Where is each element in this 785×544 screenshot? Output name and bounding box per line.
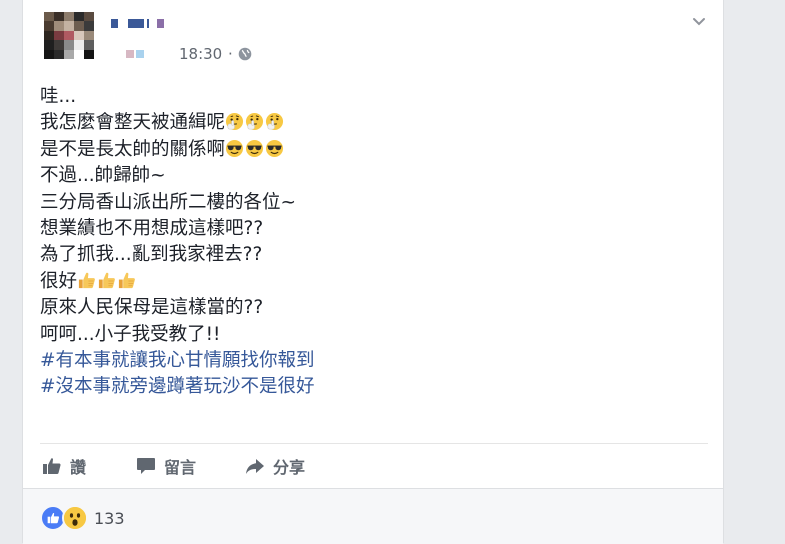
thumbs-up-icon	[43, 457, 61, 474]
comment-button[interactable]: 留言	[136, 444, 196, 487]
like-button[interactable]: 讚	[42, 444, 86, 487]
chevron-down-icon[interactable]	[690, 12, 708, 30]
like-label: 讚	[70, 457, 87, 477]
post-text: 是不是長太帥的關係啊	[40, 138, 226, 160]
reactions-summary[interactable]: 133	[40, 505, 125, 531]
thinking-emoji	[245, 112, 264, 131]
sunglasses-emoji	[245, 139, 264, 158]
post-card: 18:30 · 哇... 我怎麼會整天被通緝呢 是不是長太帥的關係啊 不過...帥歸帥…	[22, 0, 724, 544]
reactions-footer: 133	[23, 488, 723, 544]
sunglasses-emoji	[265, 139, 284, 158]
share-button[interactable]: 分享	[245, 444, 305, 487]
post-body: 哇... 我怎麼會整天被通緝呢 是不是長太帥的關係啊 不過...帥歸帥~ 三分局香山派出…	[40, 84, 700, 401]
share-arrow-icon	[246, 458, 264, 474]
post-text-line: 很好	[40, 269, 700, 295]
thumbs-up-emoji	[117, 271, 136, 290]
meta-separator: ·	[228, 45, 233, 63]
sunglasses-emoji	[225, 139, 244, 158]
globe-icon[interactable]	[238, 47, 252, 61]
post-text: 不過...帥歸帥~	[40, 165, 166, 187]
hashtag-link[interactable]: #沒本事就旁邊蹲著玩沙不是很好	[40, 374, 700, 400]
share-label: 分享	[273, 457, 306, 477]
post-text-line: 哇...	[40, 84, 700, 110]
post-text-line: 不過...帥歸帥~	[40, 163, 700, 189]
author-sub-pixels	[126, 44, 144, 64]
post-text: 很好	[40, 270, 78, 292]
post-text: 我怎麼會整天被通緝呢	[40, 112, 226, 134]
post-timestamp[interactable]: 18:30	[179, 44, 222, 64]
post-text-line: 我怎麼會整天被通緝呢	[40, 110, 700, 136]
post-text: 想業績也不用想成這樣吧??	[40, 217, 264, 239]
hashtag-link[interactable]: #有本事就讓我心甘情願找你報到	[40, 348, 700, 374]
post-text-line: 為了抓我...亂到我家裡去??	[40, 242, 700, 268]
action-bar: 讚 留言 分享	[40, 444, 708, 487]
avatar[interactable]	[44, 12, 94, 59]
thinking-emoji	[225, 112, 244, 131]
post-text-line: 原來人民保母是這樣當的??	[40, 295, 700, 321]
post-text-line: 想業績也不用想成這樣吧??	[40, 216, 700, 242]
post-text: 原來人民保母是這樣當的??	[40, 297, 264, 319]
post-text: 呵呵...小子我受教了!!	[40, 323, 221, 345]
wow-reaction-icon	[62, 505, 88, 531]
reaction-count: 133	[94, 508, 125, 528]
comment-label: 留言	[164, 457, 197, 477]
post-text: 為了抓我...亂到我家裡去??	[40, 244, 263, 266]
post-text: 哇...	[40, 86, 77, 107]
speech-bubble-icon	[137, 457, 155, 474]
thinking-emoji	[265, 112, 284, 131]
author-name[interactable]	[111, 19, 164, 28]
post-text-line: 是不是長太帥的關係啊	[40, 137, 700, 163]
post-text-line: 呵呵...小子我受教了!!	[40, 322, 700, 348]
post-text: 三分局香山派出所二樓的各位~	[40, 191, 297, 213]
thumbs-up-emoji	[77, 271, 96, 290]
thumbs-up-emoji	[97, 271, 116, 290]
post-text-line: 三分局香山派出所二樓的各位~	[40, 190, 700, 216]
